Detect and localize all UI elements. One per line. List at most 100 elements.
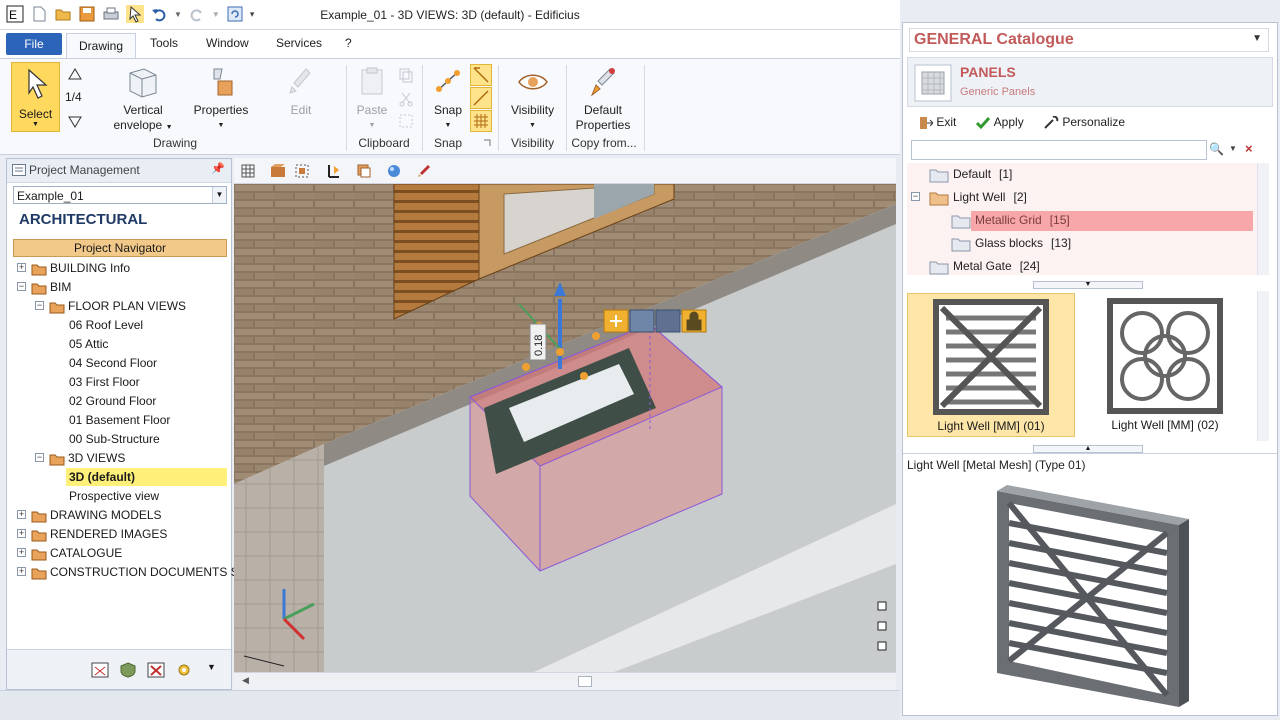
scroll-left-icon[interactable]: ◀ [242,675,249,686]
search-icon[interactable]: 🔍 [1209,142,1224,156]
select-region-icon[interactable] [398,113,414,129]
triangle-up-icon[interactable] [68,67,82,81]
tab-services[interactable]: Services [276,36,322,50]
exit-label: Exit [936,115,957,129]
splitter-handle[interactable]: ▲ [1033,445,1143,453]
catalogue-tree-item[interactable]: Default [1] [907,165,1255,183]
visibility-button[interactable]: Visibility ▼ [505,65,560,133]
grid-toggle-icon[interactable] [240,163,256,179]
report-icon[interactable] [91,662,109,678]
edit-button[interactable]: Edit [276,65,326,118]
zoom-extents-icon[interactable] [294,163,310,179]
tree-item[interactable]: 00 Sub-Structure [7,430,227,448]
tree-item[interactable]: + DRAWING MODELS [7,506,227,524]
expand-icon[interactable]: + [17,529,26,538]
tree-item-label: FLOOR PLAN VIEWS [68,299,187,313]
sphere-render-icon[interactable] [386,163,402,179]
pin-icon[interactable]: 📌 [211,162,225,175]
collapse-icon[interactable]: − [911,192,920,201]
tree-item[interactable]: + RENDERED IMAGES [7,525,227,543]
tree-item[interactable]: 06 Roof Level [7,316,227,334]
section-title: PANELS [960,64,1016,80]
tree-item[interactable]: + BUILDING Info [7,259,227,277]
collapse-icon[interactable]: − [35,301,44,310]
tree-item[interactable]: 3D (default) [7,468,227,486]
tree-item[interactable]: 05 Attic [7,335,227,353]
tree-item[interactable]: Prospective view [7,487,227,505]
thumbnail-scrollbar[interactable] [1257,291,1269,441]
tree-item[interactable]: − FLOOR PLAN VIEWS [7,297,227,315]
copy-icon[interactable] [398,67,414,83]
splitter-handle[interactable]: ▼ [1033,281,1143,289]
catalogue-item-count: [13] [1051,236,1072,250]
clear-search-icon[interactable]: × [1245,141,1253,156]
tree-scrollbar[interactable] [1257,163,1269,275]
tree-item-label: 00 Sub-Structure [69,432,160,446]
tree-item[interactable]: + CONSTRUCTION DOCUMENTS SET [7,563,254,581]
catalogue-tree-item[interactable]: Glass blocks [13] [907,234,1255,252]
properties-button[interactable]: Properties ▼ [191,65,251,133]
section-cut-icon[interactable] [326,163,342,179]
expand-icon[interactable]: + [17,510,26,519]
collapse-icon[interactable]: − [17,282,26,291]
file-menu[interactable]: File [6,33,62,55]
snap-endpoint-icon[interactable] [470,64,492,86]
project-select[interactable]: Example_01 ▼ [13,186,227,204]
catalogue-tree-item[interactable]: Metal Gate [24] [907,257,1255,275]
render-material-icon[interactable] [270,163,286,179]
thumbnail-item[interactable]: Light Well [MM] (02) [1081,293,1249,437]
3d-viewport[interactable]: 0.18 ◀ [234,158,896,690]
expand-icon[interactable]: + [17,548,26,557]
apply-button[interactable]: Apply [975,115,1024,130]
personalize-button[interactable]: Personalize [1043,115,1125,130]
exit-button[interactable]: Exit [919,115,956,130]
brush-icon[interactable] [416,163,432,179]
expand-icon[interactable]: + [17,263,26,272]
paste-button[interactable]: Paste ▼ [352,65,392,133]
shield-icon[interactable] [119,662,137,678]
horizontal-scrollbar[interactable]: ◀ [234,672,896,690]
collapse-icon[interactable]: − [35,453,44,462]
clipboard-icon [361,67,383,95]
snap-grid-icon[interactable] [470,110,492,132]
project-navigator-button[interactable]: Project Navigator [13,239,227,257]
vertical-envelope-button[interactable]: Vertical envelope ▼ [113,65,173,135]
tree-item[interactable]: 04 Second Floor [7,354,227,372]
tree-item[interactable]: + CATALOGUE [7,544,227,562]
panel-footer-toolbar: ▼ [7,649,231,689]
tree-item[interactable]: 03 First Floor [7,373,227,391]
select-button[interactable]: Select ▼ [11,62,60,132]
triangle-down-icon[interactable] [68,115,82,129]
scroll-thumb[interactable] [578,676,592,687]
catalogue-tree-item[interactable]: Metallic Grid [15] [907,211,1255,231]
tree-item[interactable]: 01 Basement Floor [7,411,227,429]
catalogue-search-input[interactable] [911,140,1207,160]
thumbnail-item[interactable]: Light Well [MM] (01) [907,293,1075,437]
panel-title: Project Management [29,163,140,177]
tab-drawing[interactable]: Drawing [66,33,136,59]
catalogue-tree: Default [1] − Light Well [2] Metallic Grid [15… [907,163,1257,275]
tab-help[interactable]: ? [345,36,352,50]
footer-dropdown-icon[interactable]: ▼ [207,662,216,672]
gear-icon[interactable] [175,662,193,678]
chevron-down-icon[interactable]: ▼ [212,187,226,203]
catalogue-select[interactable]: GENERAL Catalogue ▼ [909,28,1269,52]
layer-icon[interactable] [356,163,372,179]
default-properties-button[interactable]: Default Properties [570,65,636,133]
tree-item[interactable]: − 3D VIEWS [7,449,227,467]
snap-button[interactable]: Snap ▼ [428,65,468,133]
dialog-launcher-icon[interactable] [483,139,491,147]
catalogue-tree-item[interactable]: − Light Well [2] [907,188,1255,206]
tab-tools[interactable]: Tools [150,36,178,50]
tree-item-label: 06 Roof Level [69,318,144,332]
tree-item[interactable]: 02 Ground Floor [7,392,227,410]
search-dropdown-icon[interactable]: ▼ [1229,144,1237,153]
tree-item[interactable]: − BIM [7,278,227,296]
cut-icon[interactable] [398,91,414,107]
snap-midpoint-icon[interactable] [470,87,492,109]
chevron-down-icon[interactable]: ▼ [1252,33,1262,44]
3d-scene[interactable]: 0.18 [234,184,896,672]
expand-icon[interactable]: + [17,567,26,576]
delete-report-icon[interactable] [147,662,165,678]
tab-window[interactable]: Window [206,36,249,50]
